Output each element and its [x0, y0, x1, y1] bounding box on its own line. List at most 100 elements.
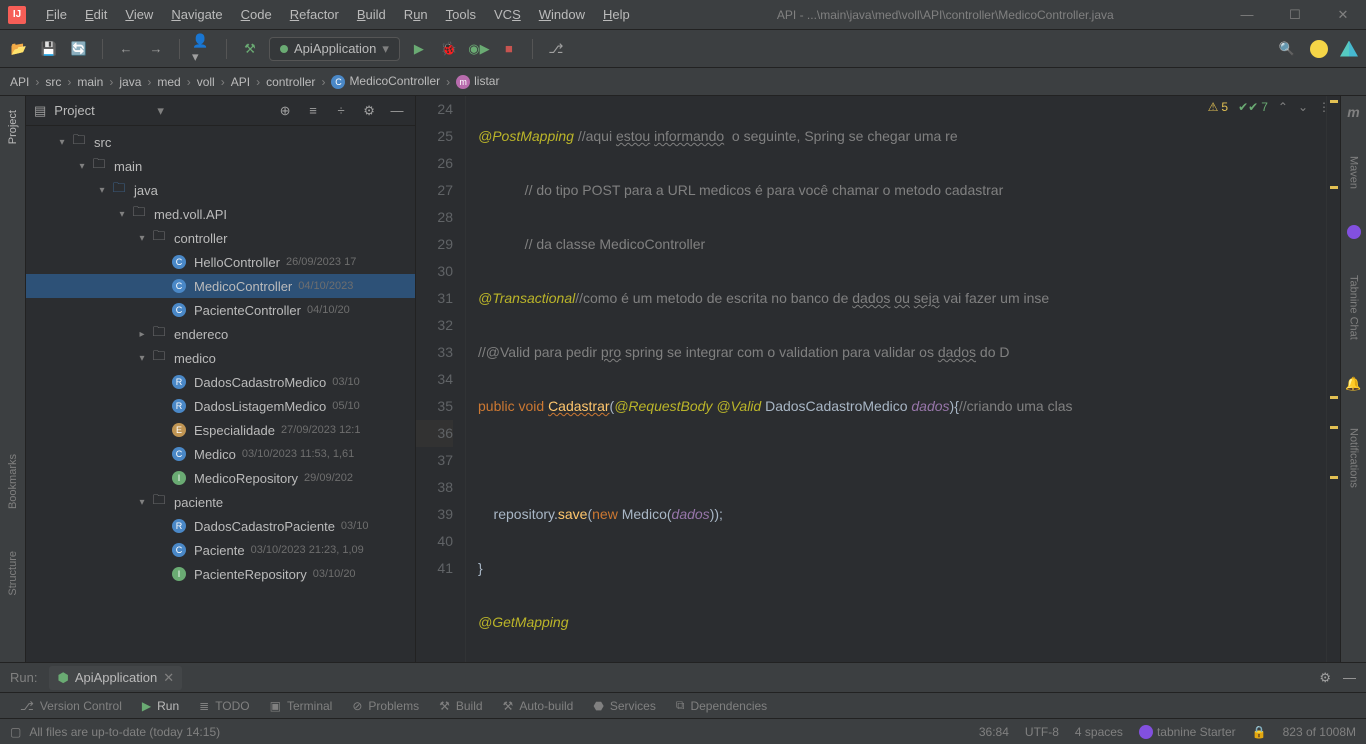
crumb[interactable]: java: [119, 75, 141, 89]
tree-item[interactable]: ▾🗀main: [26, 154, 415, 178]
crumb[interactable]: controller: [266, 75, 315, 89]
gear-icon[interactable]: ⚙: [359, 103, 379, 119]
menu-run[interactable]: Run: [396, 3, 436, 26]
forward-icon[interactable]: →: [145, 38, 167, 60]
collapse-icon[interactable]: ÷: [331, 103, 351, 118]
tree-item[interactable]: CHelloController26/09/2023 17: [26, 250, 415, 274]
crumb[interactable]: CMedicoController: [331, 74, 440, 89]
tree-item[interactable]: CPacienteController04/10/20: [26, 298, 415, 322]
crumb[interactable]: API: [10, 75, 29, 89]
memory-indicator[interactable]: 823 of 1008M: [1283, 725, 1356, 739]
expand-arrow-icon[interactable]: ▾: [54, 137, 70, 148]
tree-item[interactable]: ▾🗀med.voll.API: [26, 202, 415, 226]
tab-services[interactable]: ⬣Services: [593, 699, 656, 713]
gear-icon[interactable]: ⚙: [1319, 670, 1331, 686]
tree-item[interactable]: RDadosCadastroPaciente03/10: [26, 514, 415, 538]
tab-build[interactable]: ⚒Build: [439, 699, 482, 713]
locate-icon[interactable]: ⊕: [275, 103, 295, 119]
menu-file[interactable]: File: [38, 3, 75, 26]
tab-problems[interactable]: ⊘Problems: [352, 699, 419, 713]
error-stripe[interactable]: [1326, 96, 1340, 662]
hammer-icon[interactable]: ⚒: [239, 38, 261, 60]
tree-item[interactable]: RDadosListagemMedico05/10: [26, 394, 415, 418]
run-config-selector[interactable]: ApiApplication ▾: [269, 37, 400, 61]
tab-todo[interactable]: ≣TODO: [199, 699, 250, 713]
gradient-play-icon[interactable]: [1340, 41, 1358, 57]
open-icon[interactable]: 📂: [8, 38, 30, 60]
close-tab-icon[interactable]: ✕: [163, 670, 174, 686]
expand-arrow-icon[interactable]: ▸: [134, 329, 150, 340]
next-highlight-icon[interactable]: ⌄: [1298, 100, 1308, 114]
expand-arrow-icon[interactable]: ▾: [134, 233, 150, 244]
menu-build[interactable]: Build: [349, 3, 394, 26]
search-icon[interactable]: 🔍: [1276, 38, 1298, 60]
tab-project[interactable]: Project: [5, 104, 21, 150]
hide-icon[interactable]: —: [1343, 670, 1356, 686]
coverage-icon[interactable]: ◉▶: [468, 38, 490, 60]
tab-autobuild[interactable]: ⚒Auto-build: [503, 699, 574, 713]
expand-icon[interactable]: ≡: [303, 103, 323, 118]
menu-refactor[interactable]: Refactor: [282, 3, 347, 26]
tree-item[interactable]: CMedico03/10/2023 11:53, 1,61: [26, 442, 415, 466]
crumb[interactable]: src: [45, 75, 61, 89]
expand-arrow-icon[interactable]: ▾: [134, 497, 150, 508]
encoding[interactable]: UTF-8: [1025, 725, 1059, 739]
sync-icon[interactable]: 🔄: [68, 38, 90, 60]
menu-tools[interactable]: Tools: [438, 3, 484, 26]
caret-position[interactable]: 36:84: [979, 725, 1009, 739]
tree-item[interactable]: ▾🗀java: [26, 178, 415, 202]
prev-highlight-icon[interactable]: ⌃: [1278, 100, 1288, 114]
tree-item[interactable]: CPaciente03/10/2023 21:23, 1,09: [26, 538, 415, 562]
tree-item[interactable]: ▾🗀src: [26, 130, 415, 154]
tab-structure[interactable]: Structure: [5, 545, 21, 602]
menu-vcs[interactable]: VCS: [486, 3, 529, 26]
project-tree[interactable]: ▾🗀src▾🗀main▾🗀java▾🗀med.voll.API▾🗀control…: [26, 126, 415, 662]
code-area[interactable]: @PostMapping //aqui estou informando o s…: [466, 96, 1326, 662]
tab-notifications[interactable]: Notifications: [1346, 422, 1362, 494]
menu-navigate[interactable]: Navigate: [163, 3, 230, 26]
tree-item[interactable]: IPacienteRepository03/10/20: [26, 562, 415, 586]
warning-indicator[interactable]: ⚠5: [1208, 100, 1228, 114]
tab-tabnine-chat[interactable]: Tabnine Chat: [1346, 269, 1362, 346]
indent[interactable]: 4 spaces: [1075, 725, 1123, 739]
chevron-down-icon[interactable]: ▾: [157, 103, 164, 119]
user-icon[interactable]: 👤▾: [192, 38, 214, 60]
run-tab[interactable]: ⬢ ApiApplication ✕: [49, 666, 182, 690]
tree-item[interactable]: ▾🗀controller: [26, 226, 415, 250]
tree-item[interactable]: ▸🗀endereco: [26, 322, 415, 346]
tab-dependencies[interactable]: ⧉Dependencies: [676, 698, 767, 713]
expand-arrow-icon[interactable]: ▾: [134, 353, 150, 364]
menu-help[interactable]: Help: [595, 3, 638, 26]
close-button[interactable]: ✕: [1328, 7, 1358, 23]
crumb[interactable]: mlistar: [456, 74, 499, 89]
hide-icon[interactable]: —: [387, 103, 407, 118]
menu-edit[interactable]: Edit: [77, 3, 115, 26]
maximize-button[interactable]: ☐: [1280, 7, 1310, 23]
tree-item[interactable]: ▾🗀medico: [26, 346, 415, 370]
tab-bookmarks[interactable]: Bookmarks: [5, 448, 21, 515]
tree-item[interactable]: CMedicoController04/10/2023: [26, 274, 415, 298]
tree-item[interactable]: EEspecialidade27/09/2023 12:1: [26, 418, 415, 442]
git-icon[interactable]: ⎇: [545, 38, 567, 60]
code-with-me-icon[interactable]: [1310, 40, 1328, 58]
tree-item[interactable]: IMedicoRepository29/09/202: [26, 466, 415, 490]
tab-maven[interactable]: Maven: [1346, 150, 1362, 195]
stop-icon[interactable]: ■: [498, 38, 520, 60]
expand-arrow-icon[interactable]: ▾: [94, 185, 110, 196]
save-icon[interactable]: 💾: [38, 38, 60, 60]
expand-arrow-icon[interactable]: ▾: [114, 209, 130, 220]
tab-terminal[interactable]: ▣Terminal: [270, 699, 333, 713]
tab-version-control[interactable]: ⎇Version Control: [20, 699, 122, 713]
crumb[interactable]: main: [77, 75, 103, 89]
run-icon[interactable]: ▶: [408, 38, 430, 60]
status-icon[interactable]: ▢: [10, 725, 21, 739]
ok-indicator[interactable]: ✔✔7: [1238, 100, 1268, 114]
lock-icon[interactable]: 🔒: [1252, 725, 1267, 739]
code-editor[interactable]: 242526272829303132333435363738394041 @Po…: [416, 96, 1340, 662]
tree-item[interactable]: ▾🗀paciente: [26, 490, 415, 514]
more-icon[interactable]: ⋮: [1318, 100, 1330, 114]
menu-view[interactable]: View: [117, 3, 161, 26]
expand-arrow-icon[interactable]: ▾: [74, 161, 90, 172]
tabnine-status[interactable]: tabnine Starter: [1139, 725, 1236, 739]
menu-code[interactable]: Code: [233, 3, 280, 26]
